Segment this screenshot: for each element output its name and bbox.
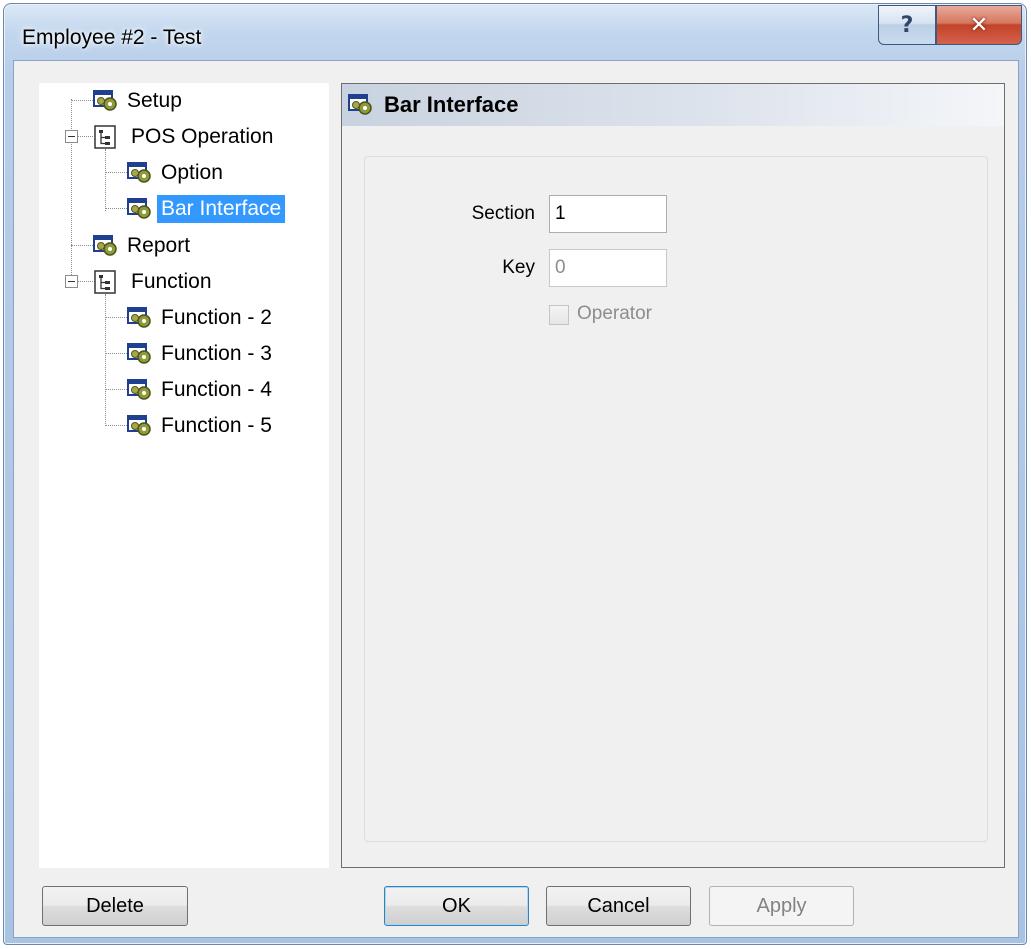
- tree-item-label: POS Operation: [131, 125, 274, 148]
- gear-window-icon: [93, 235, 117, 256]
- delete-button[interactable]: Delete: [42, 886, 188, 926]
- operator-label: Operator: [577, 303, 652, 324]
- cancel-button[interactable]: Cancel: [546, 886, 691, 926]
- tree-item-setup[interactable]: Setup: [93, 85, 186, 117]
- collapse-pos-operation-toggle[interactable]: [65, 130, 78, 143]
- client-area: Setup POS Operation Option Bar Interface…: [13, 60, 1019, 938]
- apply-button[interactable]: Apply: [709, 886, 854, 926]
- key-label: Key: [502, 257, 535, 278]
- tree-item-function-3[interactable]: Function - 3: [127, 338, 276, 370]
- help-button[interactable]: ?: [878, 5, 936, 45]
- collapse-function-toggle[interactable]: [65, 275, 78, 288]
- ok-button[interactable]: OK: [384, 886, 529, 926]
- tree-item-label: Function - 2: [161, 306, 272, 329]
- tree-item-function-5[interactable]: Function - 5: [127, 410, 276, 442]
- dialog-window: Employee #2 - Test ? ✕ Setup POS Operati…: [3, 3, 1027, 945]
- gear-window-icon: [348, 94, 372, 115]
- close-button[interactable]: ✕: [936, 5, 1022, 45]
- gear-window-icon: [93, 90, 117, 111]
- tree-item-report[interactable]: Report: [93, 230, 194, 262]
- tree-item-option[interactable]: Option: [127, 157, 227, 189]
- tree-item-function[interactable]: Function: [93, 266, 216, 298]
- window-title: Employee #2 - Test: [22, 26, 202, 49]
- navigation-tree[interactable]: Setup POS Operation Option Bar Interface…: [39, 83, 329, 868]
- gear-window-icon: [127, 162, 151, 183]
- page-title: Bar Interface: [384, 92, 519, 117]
- tree-item-label: Function - 4: [161, 378, 272, 401]
- key-input[interactable]: [549, 249, 667, 287]
- gear-window-icon: [127, 415, 151, 436]
- gear-window-icon: [127, 307, 151, 328]
- tree-item-label: Option: [161, 161, 223, 184]
- settings-group: Section Key Operator: [364, 156, 988, 842]
- tree-item-function-2[interactable]: Function - 2: [127, 302, 276, 334]
- tree-item-label: Function - 5: [161, 414, 272, 437]
- tree-item-bar-interface[interactable]: Bar Interface: [127, 193, 286, 225]
- gear-window-icon: [127, 198, 151, 219]
- tree-folder-icon: [94, 270, 116, 294]
- close-icon: ✕: [969, 12, 989, 38]
- gear-window-icon: [127, 379, 151, 400]
- gear-window-icon: [127, 343, 151, 364]
- section-label: Section: [471, 203, 535, 224]
- tree-item-pos-operation[interactable]: POS Operation: [93, 121, 277, 153]
- property-page: Bar Interface Section Key Operator: [341, 83, 1005, 868]
- tree-item-label: Function: [131, 270, 212, 293]
- section-input[interactable]: [549, 195, 667, 233]
- page-header: Bar Interface: [342, 84, 1004, 126]
- tree-item-function-4[interactable]: Function - 4: [127, 374, 276, 406]
- tree-item-label: Setup: [127, 89, 182, 112]
- title-bar[interactable]: Employee #2 - Test ? ✕: [4, 4, 1026, 64]
- tree-item-label: Report: [127, 234, 191, 257]
- help-icon: ?: [900, 12, 914, 38]
- tree-item-label: Bar Interface: [157, 195, 286, 223]
- tree-item-label: Function - 3: [161, 342, 272, 365]
- operator-checkbox[interactable]: [549, 305, 569, 325]
- tree-folder-icon: [94, 125, 116, 149]
